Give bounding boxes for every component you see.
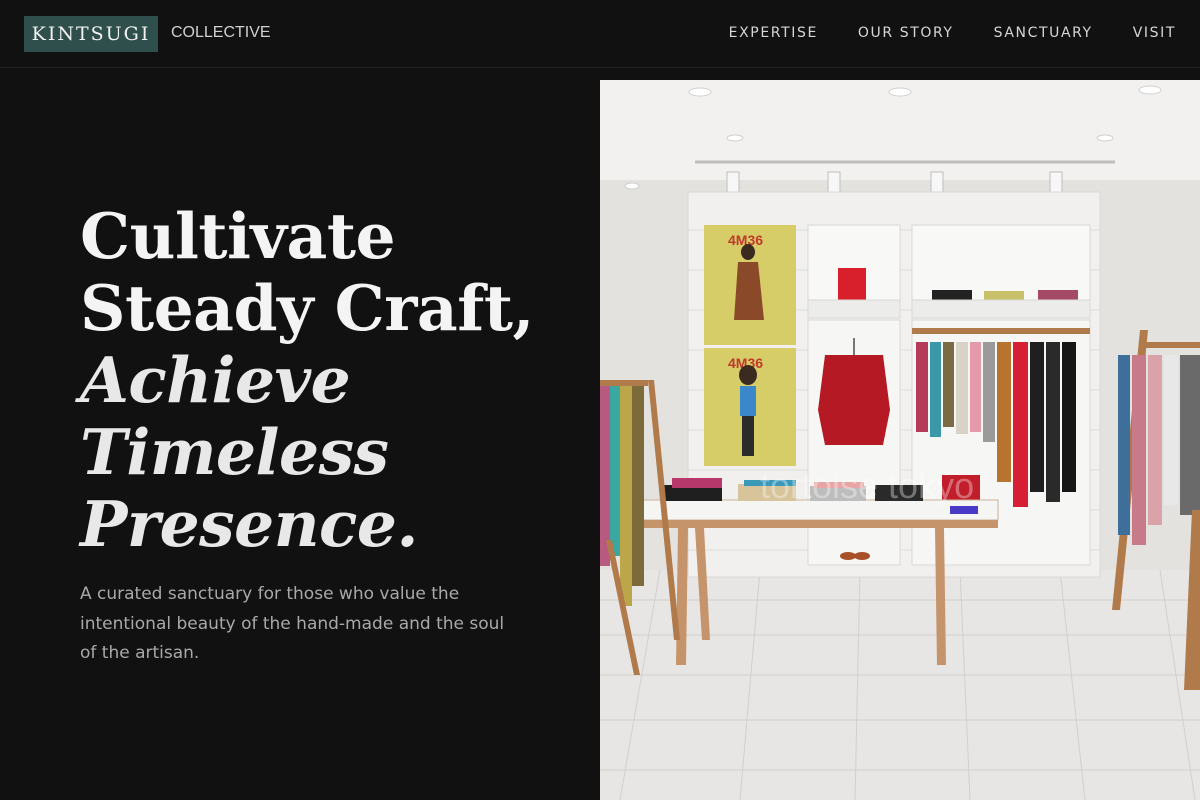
site-header: KINTSUGI COLLECTIVE EXPERTISE OUR STORY … [0, 0, 1200, 68]
hero-italic-line-3: Presence. [80, 487, 418, 561]
hero-line-2: Steady Craft, [80, 271, 534, 345]
nav-visit[interactable]: VISIT [1133, 25, 1176, 41]
hero-italic-line-1: Achieve [80, 343, 351, 417]
photo-watermark: tortoise tokyo [760, 465, 974, 506]
nav-sanctuary[interactable]: SANCTUARY [994, 25, 1093, 41]
nav-our-story[interactable]: OUR STORY [858, 25, 954, 41]
hero-description: A curated sanctuary for those who value … [80, 584, 505, 663]
nav-expertise[interactable]: EXPERTISE [729, 25, 818, 41]
brand-logo[interactable]: KINTSUGI [24, 16, 158, 52]
hero-heading: Cultivate Steady Craft, Achieve Timeless… [80, 200, 580, 560]
main-nav: EXPERTISE OUR STORY SANCTUARY VISIT [729, 25, 1176, 41]
brand-suffix: COLLECTIVE [171, 24, 271, 41]
hero-italic-line-2: Timeless [80, 415, 389, 489]
hero-line-1: Cultivate [80, 199, 396, 273]
store-illustration: 4M36 4M36 tortoise tokyo [600, 80, 1200, 800]
store-interior-photo: 4M36 4M36 tortoise tokyo [600, 80, 1200, 800]
